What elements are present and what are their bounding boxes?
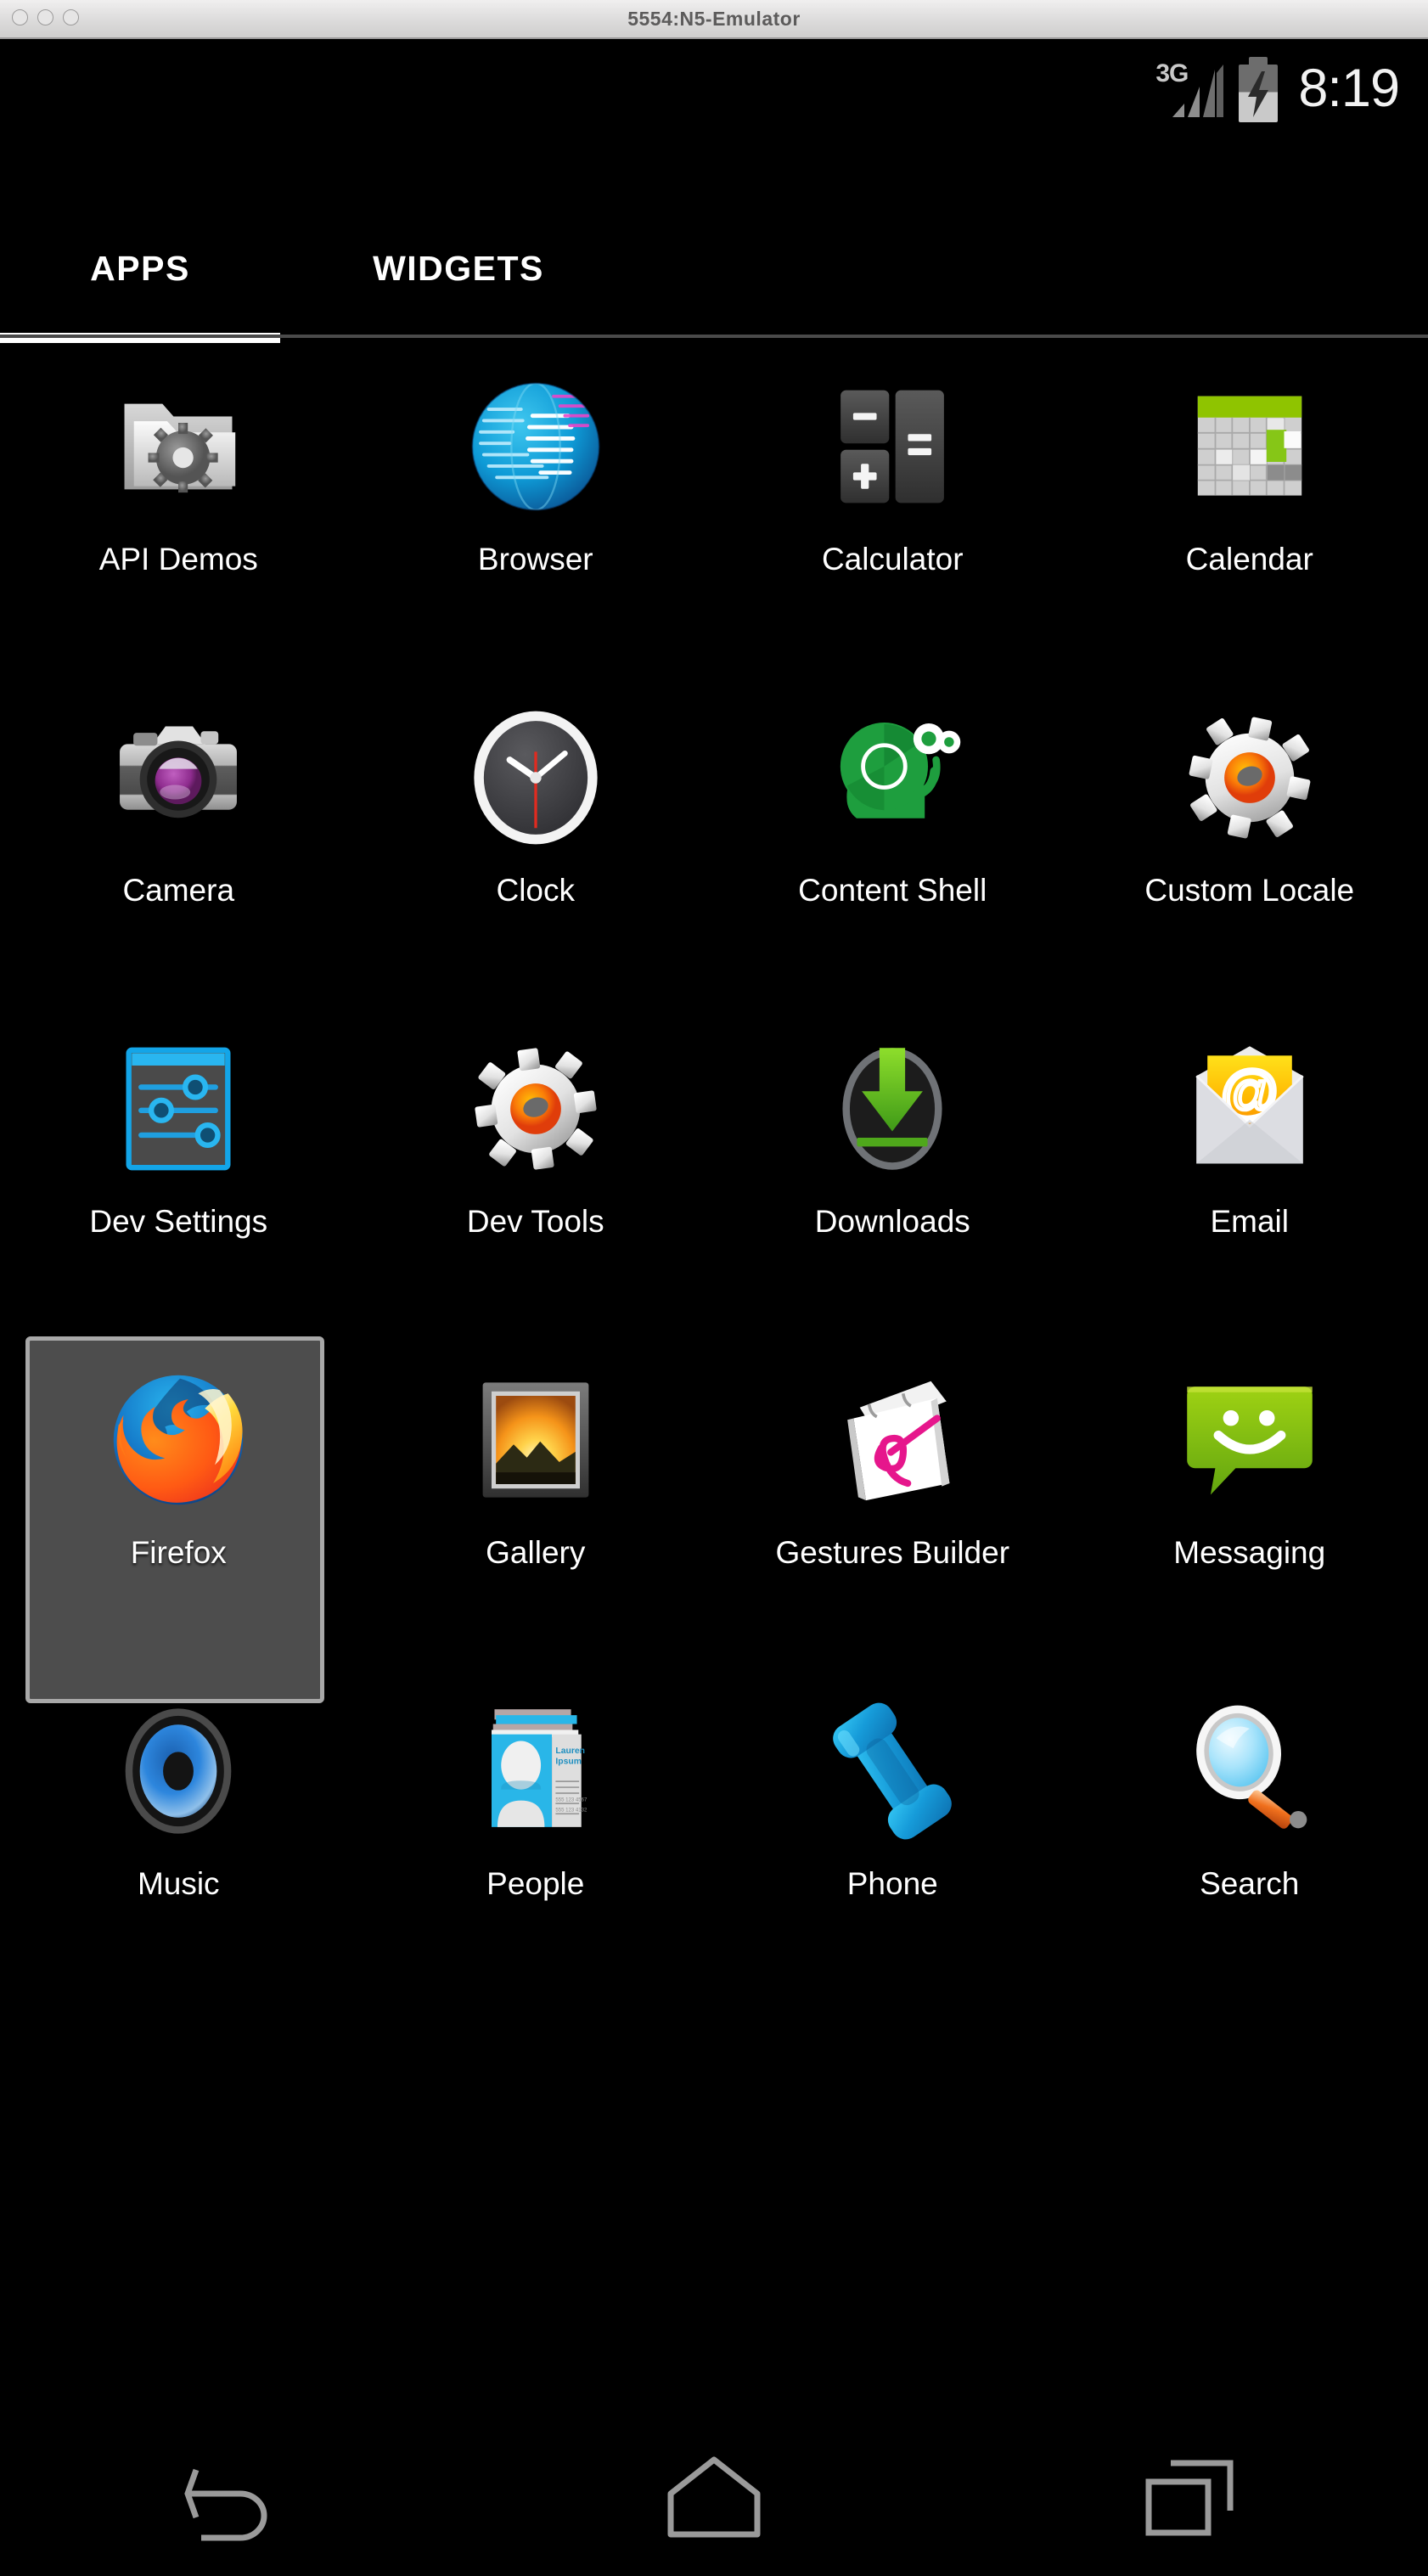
battery-charging-icon [1235, 54, 1281, 122]
app-label: Dev Settings [89, 1204, 268, 1239]
magnifier-icon [1173, 1695, 1326, 1848]
app-item-content-shell[interactable]: Content Shell [714, 683, 1071, 1014]
app-label: Browser [477, 542, 593, 577]
svg-text:Ipsum: Ipsum [555, 1757, 582, 1766]
app-item-calculator[interactable]: Calculator [714, 352, 1071, 683]
app-item-dev-tools[interactable]: Dev Tools [357, 1014, 715, 1345]
app-label: API Demos [98, 542, 258, 577]
app-grid: API Demos Browser Calculator Calendar Ca… [0, 352, 1428, 2007]
app-label: Dev Tools [466, 1204, 604, 1239]
folder-gear-icon [102, 370, 255, 523]
sliders-panel-icon [102, 1032, 255, 1185]
app-item-messaging[interactable]: Messaging [1071, 1345, 1428, 1676]
download-arrow-icon [816, 1032, 969, 1185]
speaker-icon [102, 1695, 255, 1848]
network-status: 3G [1155, 56, 1224, 121]
home-button[interactable] [604, 2438, 824, 2556]
globe-icon [459, 370, 612, 523]
speech-bubble-smile-icon [1173, 1364, 1326, 1516]
status-bar: 3G 8:19 [0, 39, 1428, 141]
gear-orange-icon [459, 1032, 612, 1185]
window-title: 5554:N5-Emulator [627, 8, 801, 30]
app-label: Music [137, 1866, 220, 1901]
system-navigation-bar [0, 2418, 1428, 2576]
tab-apps[interactable]: APPS [0, 199, 280, 338]
app-label: Camera [122, 873, 235, 908]
tabbar-divider [0, 335, 1428, 338]
calendar-grid-icon [1173, 370, 1326, 523]
svg-text:555 123 4132: 555 123 4132 [555, 1808, 588, 1814]
emulator-window: 5554:N5-Emulator 3G 8:19 APPS WIDGETS AP… [0, 0, 1428, 2576]
firefox-icon [102, 1364, 255, 1516]
app-label: Gestures Builder [775, 1535, 1010, 1570]
app-item-people[interactable]: Lauren Ipsum 555 123 4567 555 123 4132 P… [357, 1676, 715, 2007]
back-icon [184, 2468, 267, 2541]
app-item-phone[interactable]: Phone [714, 1676, 1071, 2007]
app-item-email[interactable]: @ Email [1071, 1014, 1428, 1345]
status-bar-clock: 8:19 [1298, 58, 1400, 118]
address-book-icon: Lauren Ipsum 555 123 4567 555 123 4132 [459, 1695, 612, 1848]
app-label: Content Shell [798, 873, 987, 908]
app-item-gestures-builder[interactable]: Gestures Builder [714, 1345, 1071, 1676]
app-item-camera[interactable]: Camera [0, 683, 357, 1014]
app-item-search[interactable]: Search [1071, 1676, 1428, 2007]
envelope-at-icon: @ [1173, 1032, 1326, 1185]
picture-frame-icon [459, 1364, 612, 1516]
back-button[interactable] [127, 2438, 348, 2556]
green-snail-icon [816, 701, 969, 854]
app-item-custom-locale[interactable]: Custom Locale [1071, 683, 1428, 1014]
window-titlebar: 5554:N5-Emulator [0, 0, 1428, 39]
app-label: People [486, 1866, 585, 1901]
camera-icon [102, 701, 255, 854]
app-item-api-demos[interactable]: API Demos [0, 352, 357, 683]
app-label: Calculator [821, 542, 964, 577]
device-screen: 3G 8:19 APPS WIDGETS API Demos Browser C… [0, 39, 1428, 2576]
status-bar-icons: 3G 8:19 [1155, 46, 1400, 131]
app-item-browser[interactable]: Browser [357, 352, 715, 683]
app-label: Custom Locale [1144, 873, 1355, 908]
app-label: Email [1210, 1204, 1290, 1239]
app-label: Calendar [1185, 542, 1313, 577]
app-item-firefox[interactable]: Firefox [0, 1336, 357, 1703]
recents-icon [1145, 2460, 1234, 2536]
tab-widgets[interactable]: WIDGETS [280, 199, 637, 338]
app-item-music[interactable]: Music [0, 1676, 357, 2007]
signal-bars-icon [1172, 65, 1224, 117]
app-item-calendar[interactable]: Calendar [1071, 352, 1428, 683]
app-item-clock[interactable]: Clock [357, 683, 715, 1014]
app-label: Downloads [814, 1204, 970, 1239]
phone-handset-icon [816, 1695, 969, 1848]
app-label: Firefox [130, 1535, 227, 1570]
notepad-gesture-icon [816, 1364, 969, 1516]
app-item-downloads[interactable]: Downloads [714, 1014, 1071, 1345]
gear-orange-icon [1173, 701, 1326, 854]
app-label: Phone [846, 1866, 938, 1901]
app-label: Search [1200, 1866, 1300, 1901]
home-icon [667, 2456, 761, 2538]
app-label: Messaging [1173, 1535, 1326, 1570]
calculator-keys-icon [816, 370, 969, 523]
svg-text:555 123 4567: 555 123 4567 [555, 1798, 588, 1803]
app-item-dev-settings[interactable]: Dev Settings [0, 1014, 357, 1345]
recents-button[interactable] [1080, 2438, 1301, 2556]
app-item-gallery[interactable]: Gallery [357, 1345, 715, 1676]
drawer-tabbar: APPS WIDGETS [0, 199, 1428, 343]
app-label: Gallery [486, 1535, 586, 1570]
app-label: Clock [496, 873, 576, 908]
svg-text:Lauren: Lauren [555, 1746, 585, 1756]
analog-clock-icon [459, 701, 612, 854]
